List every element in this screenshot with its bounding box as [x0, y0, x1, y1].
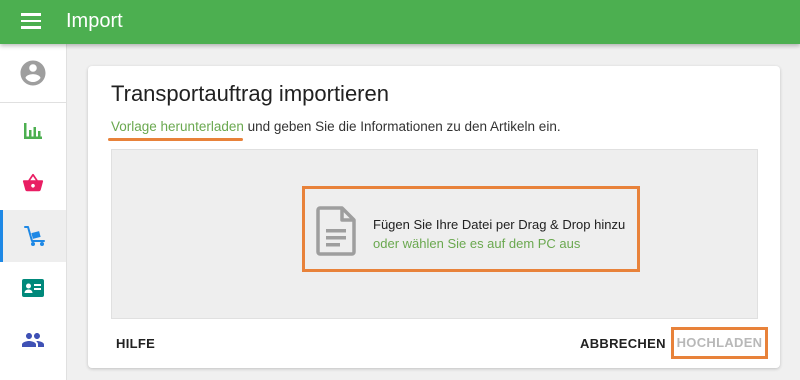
cancel-button[interactable]: ABBRECHEN [580, 334, 666, 354]
bar-chart-icon [24, 123, 42, 139]
help-button[interactable]: HILFE [116, 334, 155, 354]
page-title: Import [66, 10, 123, 32]
dropzone-text: Fügen Sie Ihre Datei per Drag & Drop hin… [373, 217, 626, 232]
sidebar-divider [0, 102, 66, 103]
app-bar: Import [0, 0, 800, 44]
account-circle-icon [20, 60, 46, 86]
basket-icon [22, 173, 44, 192]
sidebar-item-contacts[interactable] [0, 262, 66, 314]
sidebar-item-users[interactable] [0, 314, 66, 366]
instructions-text: Vorlage herunterladen und geben Sie die … [111, 118, 561, 136]
people-icon [22, 333, 44, 347]
contact-card-icon [22, 279, 44, 297]
sidebar-item-transport[interactable] [0, 210, 66, 262]
link-highlight-underline [108, 138, 243, 141]
sidebar [0, 44, 67, 380]
sidebar-item-statistics[interactable] [0, 105, 66, 157]
import-card: Transportauftrag importieren Vorlage her… [88, 66, 780, 368]
sidebar-item-shop[interactable] [0, 157, 66, 209]
download-template-link[interactable]: Vorlage herunterladen [111, 119, 244, 134]
browse-pc-link[interactable]: oder wählen Sie es auf dem PC aus [373, 234, 580, 254]
hand-truck-icon [23, 226, 45, 246]
dropzone-prompt: Fügen Sie Ihre Datei per Drag & Drop hin… [302, 186, 640, 272]
card-title: Transportauftrag importieren [111, 81, 389, 106]
upload-button[interactable]: HOCHLADEN [671, 327, 768, 359]
menu-icon[interactable] [21, 13, 41, 29]
file-document-icon [316, 206, 356, 256]
sidebar-item-account[interactable] [0, 47, 66, 99]
file-dropzone[interactable]: Fügen Sie Ihre Datei per Drag & Drop hin… [111, 149, 758, 319]
instructions-rest: und geben Sie die Informationen zu den A… [243, 119, 561, 134]
